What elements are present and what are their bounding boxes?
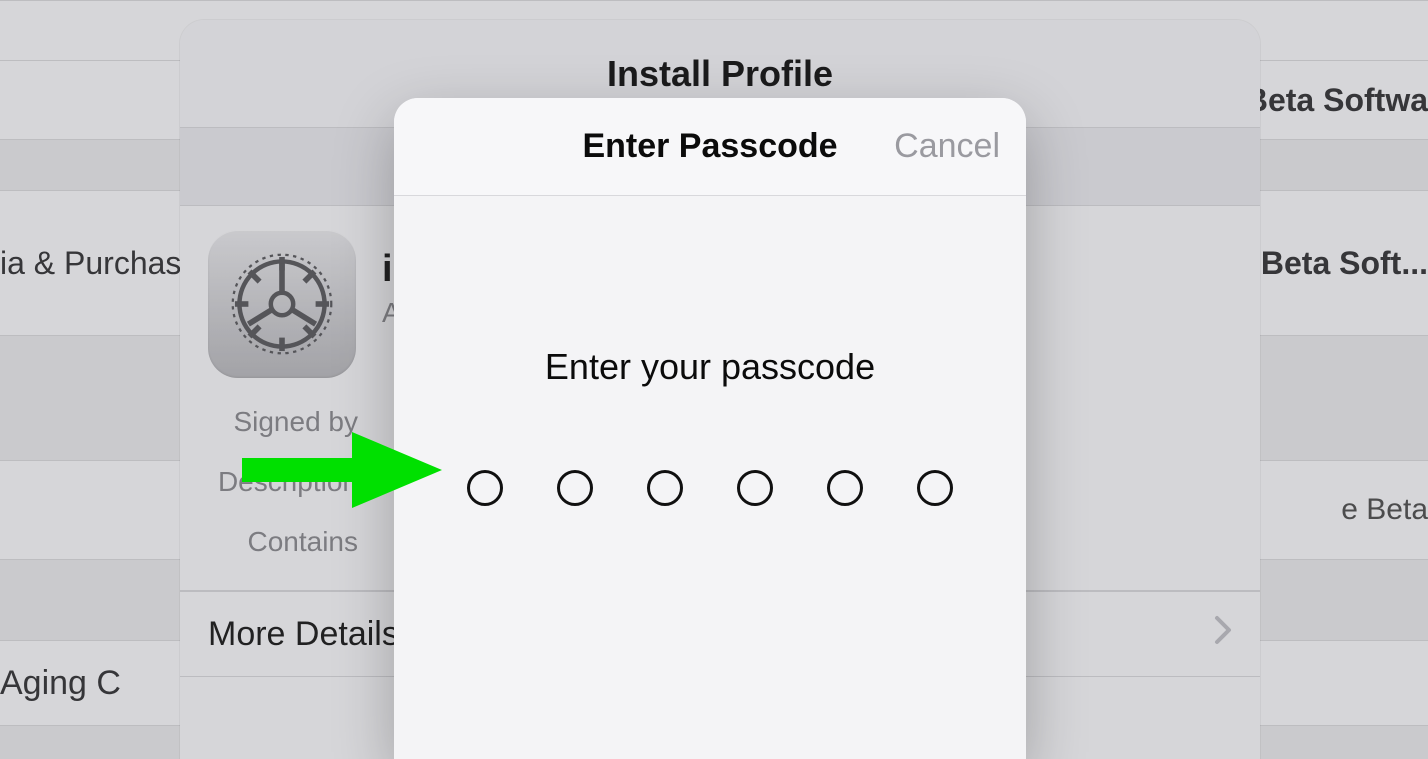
- modal-title: Enter Passcode: [582, 127, 837, 166]
- passcode-dot: [917, 470, 953, 506]
- label-signed-by: Signed by: [208, 406, 358, 438]
- bg-row-text-right: Beta Softwa: [1245, 82, 1428, 119]
- passcode-dots[interactable]: [394, 470, 1026, 506]
- bg-row-text: Aging C: [0, 664, 121, 703]
- passcode-dot: [827, 470, 863, 506]
- passcode-dot: [467, 470, 503, 506]
- cancel-button[interactable]: Cancel: [894, 98, 1000, 195]
- settings-gear-icon: [208, 230, 356, 378]
- passcode-dot: [557, 470, 593, 506]
- passcode-modal: Enter Passcode Cancel Enter your passcod…: [394, 98, 1026, 759]
- label-contains: Contains: [208, 526, 358, 558]
- passcode-dot: [647, 470, 683, 506]
- label-description: Description: [208, 466, 358, 498]
- modal-header: Enter Passcode Cancel: [394, 98, 1026, 196]
- bg-row-text-right: e Beta: [1341, 493, 1428, 527]
- passcode-prompt: Enter your passcode: [394, 346, 1026, 388]
- sheet-title: Install Profile: [607, 53, 833, 95]
- chevron-right-icon: [1214, 615, 1232, 654]
- passcode-dot: [737, 470, 773, 506]
- more-details-label: More Details: [208, 615, 399, 654]
- bg-row-text-right: Beta Soft...: [1261, 245, 1428, 282]
